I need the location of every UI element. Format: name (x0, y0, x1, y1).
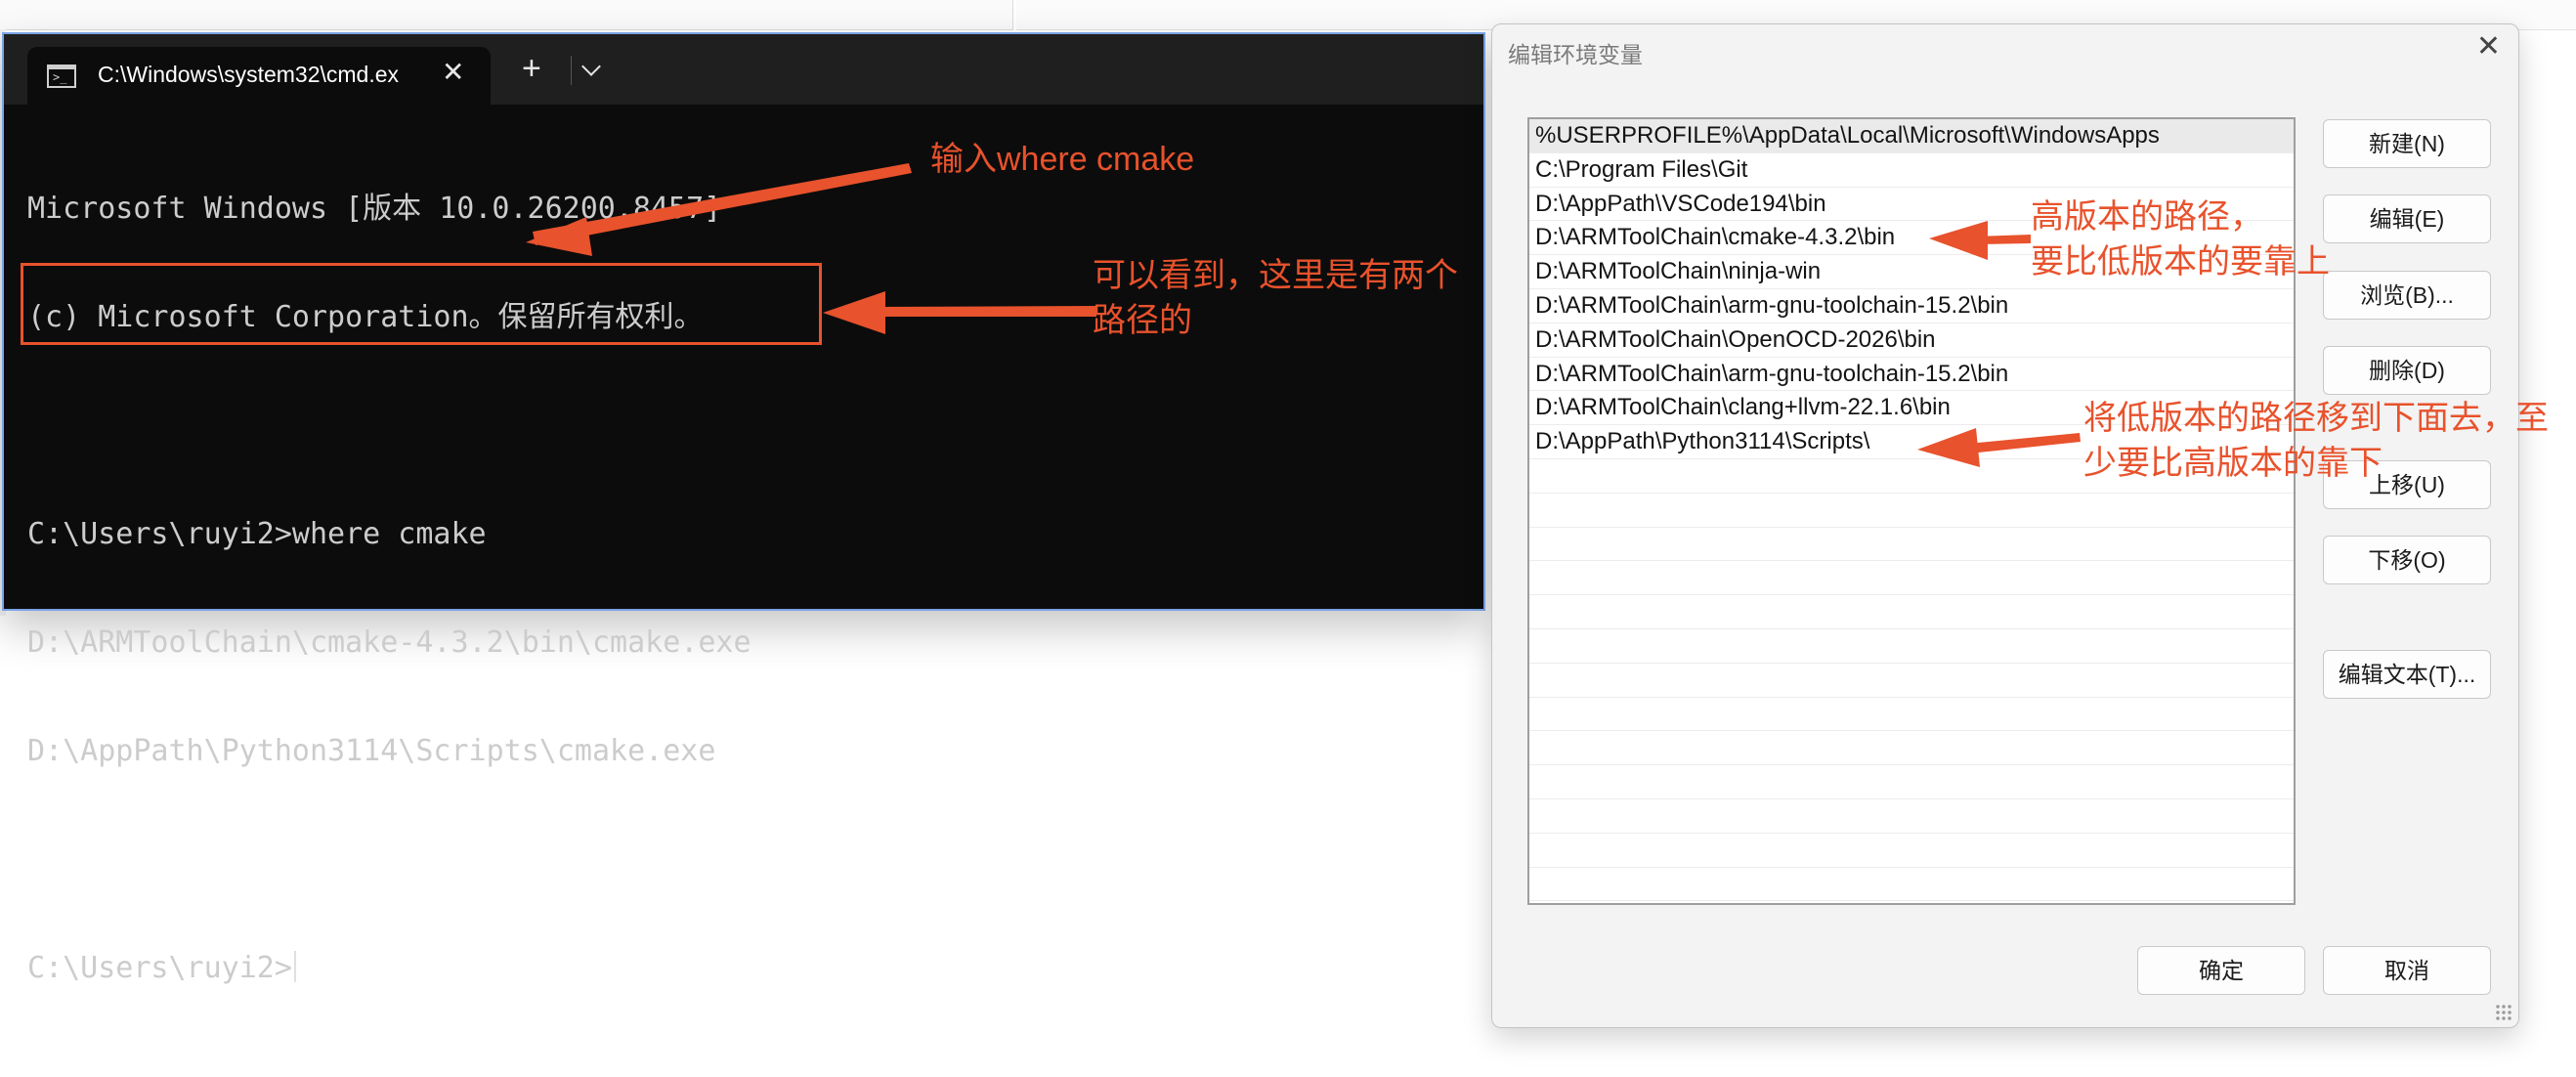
path-list-item[interactable]: D:\ARMToolChain\OpenOCD-2026\bin (1529, 323, 2294, 358)
terminal-tab[interactable]: >_ C:\Windows\system32\cmd.ex ✕ (27, 47, 491, 105)
path-list-item[interactable]: %USERPROFILE%\AppData\Local\Microsoft\Wi… (1529, 119, 2294, 153)
path-list-item[interactable] (1529, 834, 2294, 868)
annotation-low-version-line2: 少要比高版本的靠下 (2083, 445, 2383, 482)
ok-button[interactable]: 确定 (2137, 946, 2305, 995)
new-button[interactable]: 新建(N) (2323, 119, 2491, 168)
move-down-button[interactable]: 下移(O) (2323, 536, 2491, 584)
resize-grip-icon[interactable] (2495, 1004, 2512, 1021)
background-window (0, 0, 1013, 30)
console-line: C:\Users\ruyi2>where cmake (27, 517, 487, 551)
path-list-item[interactable] (1529, 664, 2294, 698)
tab-close-icon[interactable]: ✕ (442, 58, 464, 87)
console-prompt-line[interactable]: C:\Users\ruyi2> (27, 950, 1474, 986)
annotation-two-paths-line2: 路径的 (1093, 302, 1192, 339)
new-tab-plus-icon[interactable]: + (522, 52, 541, 85)
text-cursor (293, 951, 296, 982)
path-list-item[interactable] (1529, 765, 2294, 799)
cancel-button[interactable]: 取消 (2323, 946, 2491, 995)
annotation-two-paths-line1: 可以看到，这里是有两个 (1093, 257, 1458, 294)
path-list-item[interactable] (1529, 528, 2294, 562)
path-list-item[interactable]: D:\ARMToolChain\arm-gnu-toolchain-15.2\b… (1529, 358, 2294, 392)
tab-divider (571, 56, 572, 85)
close-icon[interactable]: ✕ (2476, 32, 2501, 62)
tab-title: C:\Windows\system32\cmd.ex (98, 62, 400, 87)
browse-button[interactable]: 浏览(B)... (2323, 271, 2491, 320)
annotation-high-version-line1: 高版本的路径， (2031, 198, 2263, 236)
terminal-tab-bar: >_ C:\Windows\system32\cmd.ex ✕ + (4, 34, 1483, 105)
path-list-item[interactable] (1529, 494, 2294, 528)
annotation-input-cmd: 输入where cmake (930, 141, 1195, 178)
console-prompt: C:\Users\ruyi2> (27, 951, 292, 985)
paths-highlight-box (21, 263, 822, 345)
path-list-item[interactable] (1529, 595, 2294, 629)
chevron-down-icon[interactable] (581, 57, 601, 76)
edit-env-variable-dialog: 编辑环境变量 ✕ %USERPROFILE%\AppData\Local\Mic… (1491, 23, 2519, 1028)
path-list-item[interactable] (1529, 561, 2294, 596)
path-list-item[interactable] (1529, 901, 2294, 903)
annotation-low-version-line1: 将低版本的路径移到下面去，至 (2083, 400, 2549, 437)
path-list-item[interactable]: C:\Program Files\Git (1529, 153, 2294, 188)
path-list-item[interactable]: D:\ARMToolChain\arm-gnu-toolchain-15.2\b… (1529, 289, 2294, 323)
terminal-icon: >_ (47, 65, 76, 88)
edit-button[interactable]: 编辑(E) (2323, 194, 2491, 243)
path-list-item[interactable] (1529, 629, 2294, 664)
path-list-item[interactable] (1529, 868, 2294, 902)
dialog-title: 编辑环境变量 (1508, 42, 1643, 67)
path-list-item[interactable] (1529, 698, 2294, 732)
annotation-high-version-line2: 要比低版本的要靠上 (2031, 243, 2330, 280)
console-line: Microsoft Windows [版本 10.0.26200.8457] (27, 192, 722, 226)
delete-button[interactable]: 删除(D) (2323, 346, 2491, 395)
console-line: D:\AppPath\Python3114\Scripts\cmake.exe (27, 734, 716, 768)
path-list-item[interactable] (1529, 731, 2294, 766)
console-line: D:\ARMToolChain\cmake-4.3.2\bin\cmake.ex… (27, 625, 751, 660)
terminal-window[interactable]: >_ C:\Windows\system32\cmd.ex ✕ + Micros… (2, 32, 1485, 985)
edit-text-button[interactable]: 编辑文本(T)... (2323, 650, 2491, 699)
path-list-item[interactable] (1529, 799, 2294, 834)
